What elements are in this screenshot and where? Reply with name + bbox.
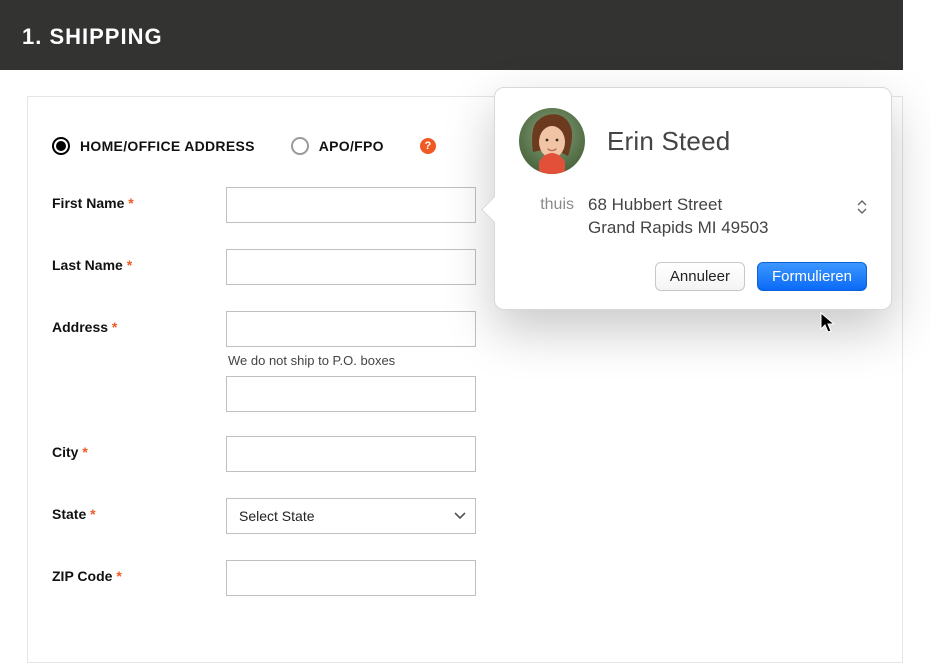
stepper-icon[interactable] <box>857 200 867 214</box>
radio-home-label: HOME/OFFICE ADDRESS <box>80 138 255 154</box>
radio-home-office[interactable]: HOME/OFFICE ADDRESS <box>52 137 255 155</box>
city-input[interactable] <box>226 436 476 472</box>
state-select[interactable]: Select State <box>226 498 476 534</box>
address-type-label: thuis <box>519 194 574 216</box>
autofill-button[interactable]: Formulieren <box>757 262 867 291</box>
address-hint: We do not ship to P.O. boxes <box>228 353 476 368</box>
contact-name: Erin Steed <box>607 126 730 157</box>
page-title: 1. SHIPPING <box>22 24 163 49</box>
radio-dot-icon <box>291 137 309 155</box>
address-label: Address * <box>52 311 226 335</box>
address-input-2[interactable] <box>226 376 476 412</box>
cancel-button[interactable]: Annuleer <box>655 262 745 291</box>
city-label: City * <box>52 436 226 460</box>
avatar <box>519 108 585 174</box>
state-label: State * <box>52 498 226 522</box>
last-name-input[interactable] <box>226 249 476 285</box>
page-header: 1. SHIPPING <box>0 0 903 70</box>
radio-dot-icon <box>52 137 70 155</box>
radio-apo-fpo[interactable]: APO/FPO <box>291 137 384 155</box>
help-icon[interactable]: ? <box>420 138 436 154</box>
radio-apo-label: APO/FPO <box>319 138 384 154</box>
contact-address-row[interactable]: thuis 68 Hubbert Street Grand Rapids MI … <box>519 194 867 240</box>
autofill-contact-popover: Erin Steed thuis 68 Hubbert Street Grand… <box>494 87 892 310</box>
contact-address: 68 Hubbert Street Grand Rapids MI 49503 <box>588 194 769 240</box>
last-name-label: Last Name * <box>52 249 226 273</box>
zip-input[interactable] <box>226 560 476 596</box>
first-name-label: First Name * <box>52 187 226 211</box>
zip-label: ZIP Code * <box>52 560 226 584</box>
first-name-input[interactable] <box>226 187 476 223</box>
address-input-1[interactable] <box>226 311 476 347</box>
